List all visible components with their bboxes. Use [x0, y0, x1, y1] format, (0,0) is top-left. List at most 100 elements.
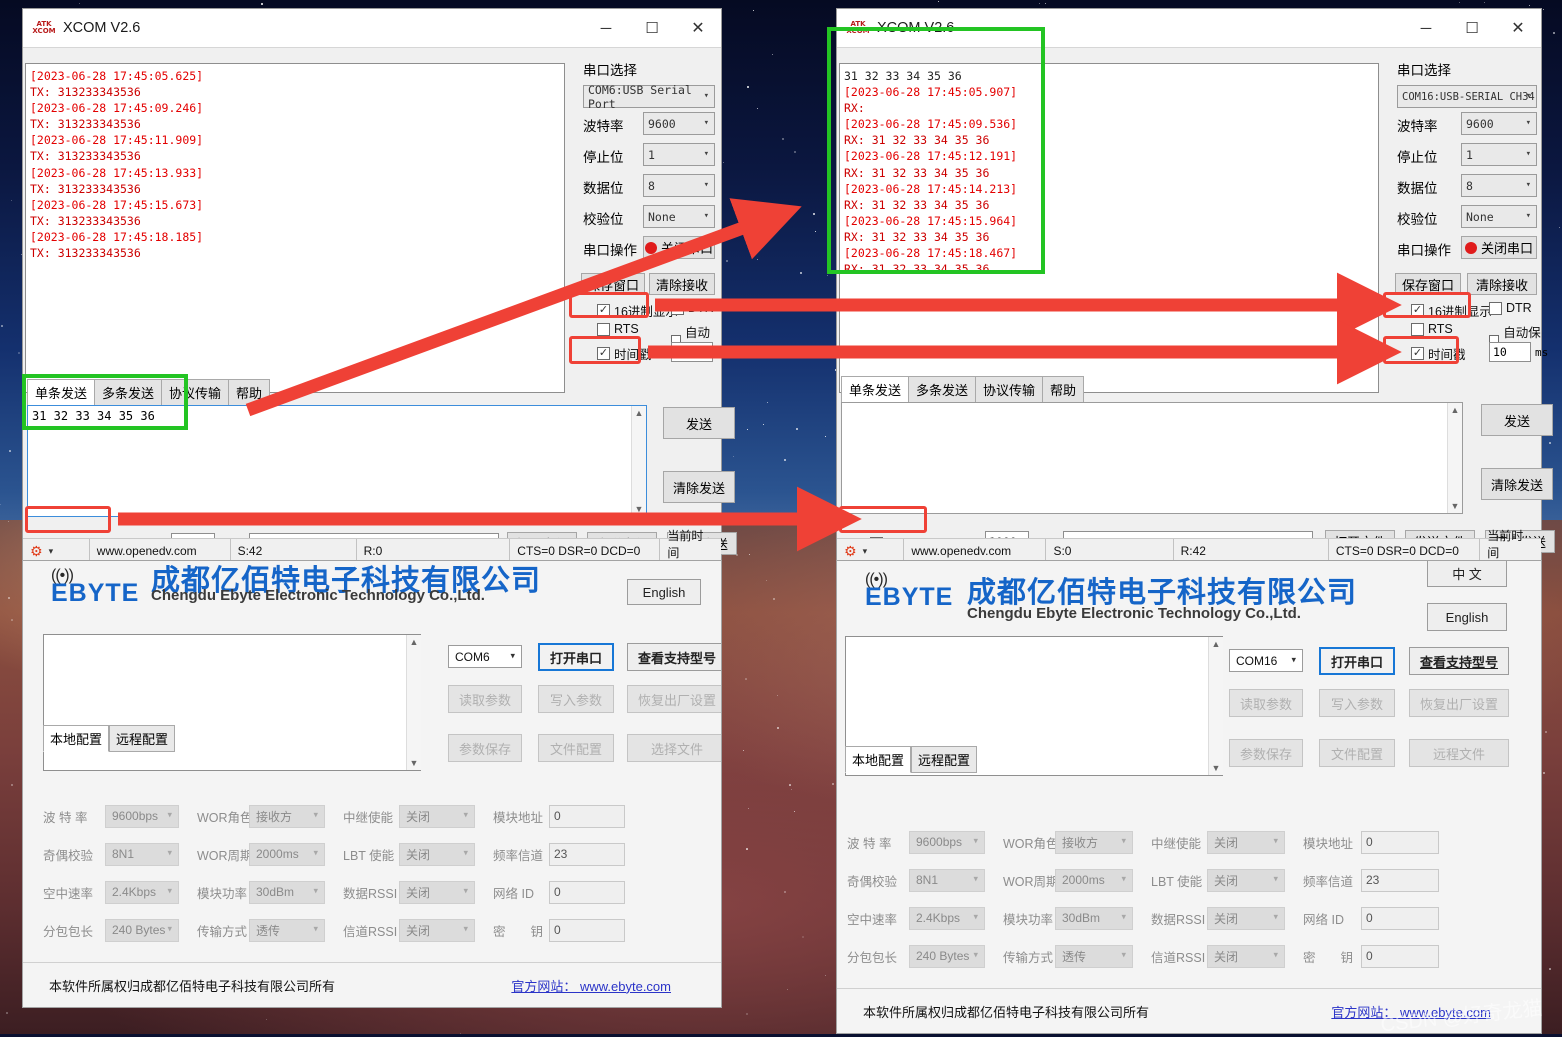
receive-area-left[interactable]: [2023-06-28 17:45:05.625] TX: 31323334353… [25, 63, 565, 393]
xcom-window-right[interactable]: ATK XCOM XCOM V2.6 ─ ☐ ✕ 31 32 33 34 35 3… [836, 8, 1555, 595]
gear-icon[interactable]: ⚙ [30, 543, 43, 560]
maximize-icon[interactable]: ☐ [1449, 9, 1495, 47]
send-scrollbar-right[interactable]: ▲ ▼ [1447, 403, 1462, 513]
dtr-checkbox-right[interactable]: DTR [1489, 301, 1532, 315]
timestamp-interval-input-right[interactable]: 10 [1489, 342, 1531, 362]
send-scrollbar-left[interactable]: ▲ ▼ [631, 406, 646, 516]
receive-area-right[interactable]: 31 32 33 34 35 36 [2023-06-28 17:45:05.90… [839, 63, 1379, 393]
ebyte-port-select-left[interactable]: COM6 ▾ [448, 645, 522, 668]
ebyte-file-config-button-right[interactable]: 文件配置 [1319, 739, 1395, 767]
ebyte-log-scrollbar-left[interactable]: ▲ ▼ [406, 635, 421, 770]
timestamp-checkbox-left[interactable]: ✓ 时间戳 [597, 344, 652, 363]
clear-send-button-right[interactable]: 清除发送 [1481, 468, 1553, 500]
param-select[interactable]: 关闭 ▾ [1207, 944, 1285, 968]
ebyte-tab-local-left[interactable]: 本地配置 [43, 725, 110, 752]
ebyte-window-right[interactable]: ((•)) EBYTE 成都亿佰特电子科技有限公司 Chengdu Ebyte … [836, 560, 1542, 1034]
ebyte-save-params-button-left[interactable]: 参数保存 [448, 734, 522, 762]
clear-receive-button-left[interactable]: 清除接收 [649, 273, 715, 295]
clear-receive-button-right[interactable]: 清除接收 [1467, 273, 1537, 295]
ebyte-file-config-button-left[interactable]: 文件配置 [538, 734, 614, 762]
send-tabs-right[interactable]: 单条发送 多条发送 协议传输 帮助 [841, 376, 1085, 403]
tab-multi-send-right[interactable]: 多条发送 [908, 376, 977, 403]
close-icon[interactable]: ✕ [1495, 9, 1541, 47]
param-input[interactable]: 23 [1361, 868, 1439, 892]
param-select[interactable]: 关闭 ▾ [1207, 906, 1285, 930]
param-input[interactable]: 23 [549, 842, 625, 866]
param-select[interactable]: 透传 ▾ [249, 918, 325, 942]
ebyte-select-file-button-left[interactable]: 选择文件 [627, 734, 721, 762]
parity-select-right[interactable]: None ▾ [1461, 205, 1537, 228]
param-select[interactable]: 2000ms ▾ [249, 842, 325, 866]
minimize-icon[interactable]: ─ [583, 9, 629, 47]
param-select[interactable]: 240 Bytes ▾ [105, 918, 179, 942]
tab-help-left[interactable]: 帮助 [228, 379, 271, 406]
stopbits-select-right[interactable]: 1 ▾ [1461, 143, 1537, 166]
ebyte-config-tabs-right[interactable]: 本地配置 远程配置 [845, 746, 978, 773]
timestamp-checkbox-right[interactable]: ✓ 时间戳 [1411, 344, 1466, 363]
ebyte-tab-local-right[interactable]: 本地配置 [845, 746, 912, 773]
databits-select-left[interactable]: 8 ▾ [643, 174, 715, 197]
param-select[interactable]: 2000ms ▾ [1055, 868, 1133, 892]
chevron-down-icon[interactable]: ▾ [863, 546, 868, 557]
param-select[interactable]: 2.4Kbps ▾ [105, 880, 179, 904]
minimize-icon[interactable]: ─ [1403, 9, 1449, 47]
ebyte-window-left[interactable]: ((•)) EBYTE 成都亿佰特电子科技有限公司 Chengdu Ebyte … [22, 560, 722, 1008]
param-select[interactable]: 8N1 ▾ [105, 842, 179, 866]
param-select[interactable]: 接收方 ▾ [1055, 830, 1133, 854]
ebyte-open-port-button-right[interactable]: 打开串口 [1319, 647, 1395, 675]
chevron-down-icon[interactable]: ▾ [49, 546, 54, 557]
param-select[interactable]: 30dBm ▾ [1055, 906, 1133, 930]
param-select[interactable]: 30dBm ▾ [249, 880, 325, 904]
databits-select-right[interactable]: 8 ▾ [1461, 174, 1537, 197]
ebyte-read-params-button-left[interactable]: 读取参数 [448, 685, 522, 713]
ebyte-factory-reset-button-left[interactable]: 恢复出厂设置 [627, 685, 721, 713]
param-input[interactable]: 0 [549, 804, 625, 828]
param-select[interactable]: 9600bps ▾ [105, 804, 179, 828]
param-select[interactable]: 240 Bytes ▾ [909, 944, 985, 968]
ebyte-footer-link-left[interactable]: 官方网站： www.ebyte.com [511, 976, 671, 995]
scroll-up-icon[interactable]: ▲ [1451, 405, 1460, 415]
param-select[interactable]: 关闭 ▾ [399, 880, 475, 904]
tab-protocol-left[interactable]: 协议传输 [161, 379, 230, 406]
param-input[interactable]: 0 [1361, 906, 1439, 930]
scroll-down-icon[interactable]: ▼ [410, 758, 419, 768]
tab-single-send-right[interactable]: 单条发送 [841, 376, 910, 403]
maximize-icon[interactable]: ☐ [629, 9, 675, 47]
param-input[interactable]: 0 [1361, 944, 1439, 968]
language-english-button-right[interactable]: English [1427, 603, 1507, 631]
gear-icon[interactable]: ⚙ [844, 543, 857, 560]
ebyte-save-params-button-right[interactable]: 参数保存 [1229, 739, 1303, 767]
hex-display-checkbox-right[interactable]: ✓ 16进制显示 [1411, 301, 1492, 320]
tab-help-right[interactable]: 帮助 [1042, 376, 1085, 403]
send-input-right[interactable] [841, 402, 1463, 514]
ebyte-factory-reset-button-right[interactable]: 恢复出厂设置 [1409, 689, 1509, 717]
tab-multi-send-left[interactable]: 多条发送 [94, 379, 163, 406]
timestamp-interval-input-left[interactable]: 10 [671, 342, 713, 362]
xcom-window-left[interactable]: ATK XCOM XCOM V2.6 ─ ☐ ✕ [2023-06-28 17:4… [22, 8, 737, 597]
tab-single-send-left[interactable]: 单条发送 [27, 379, 96, 406]
ebyte-log-scrollbar-right[interactable]: ▲ ▼ [1208, 637, 1223, 775]
param-input[interactable]: 0 [549, 880, 625, 904]
dtr-checkbox-left[interactable]: DTR [671, 301, 714, 315]
param-select[interactable]: 关闭 ▾ [1207, 868, 1285, 892]
close-icon[interactable]: ✕ [675, 9, 721, 47]
param-select[interactable]: 透传 ▾ [1055, 944, 1133, 968]
ebyte-view-models-button-left[interactable]: 查看支持型号 [627, 643, 721, 671]
close-port-button-left[interactable]: 关闭串口 [643, 236, 715, 259]
save-window-button-right[interactable]: 保存窗口 [1395, 273, 1461, 295]
ebyte-config-tabs-left[interactable]: 本地配置 远程配置 [43, 725, 176, 752]
param-input[interactable]: 0 [1361, 830, 1439, 854]
scroll-up-icon[interactable]: ▲ [1212, 639, 1221, 649]
ebyte-port-select-right[interactable]: COM16 ▾ [1229, 649, 1303, 672]
send-input-left[interactable]: 31 32 33 34 35 36 [27, 405, 647, 517]
param-select[interactable]: 关闭 ▾ [399, 842, 475, 866]
language-english-button-left[interactable]: English [627, 579, 701, 605]
language-chinese-button-right[interactable]: 中 文 [1427, 561, 1507, 587]
send-tabs-left[interactable]: 单条发送 多条发送 协议传输 帮助 [27, 379, 271, 406]
hex-display-checkbox-left[interactable]: ✓ 16进制显示 [597, 301, 678, 320]
clear-send-button-left[interactable]: 清除发送 [663, 471, 735, 503]
titlebar-right[interactable]: ATK XCOM XCOM V2.6 ─ ☐ ✕ [837, 9, 1541, 48]
close-port-button-right[interactable]: 关闭串口 [1461, 236, 1537, 259]
baud-select-right[interactable]: 9600 ▾ [1461, 112, 1537, 135]
send-button-left[interactable]: 发送 [663, 407, 735, 439]
